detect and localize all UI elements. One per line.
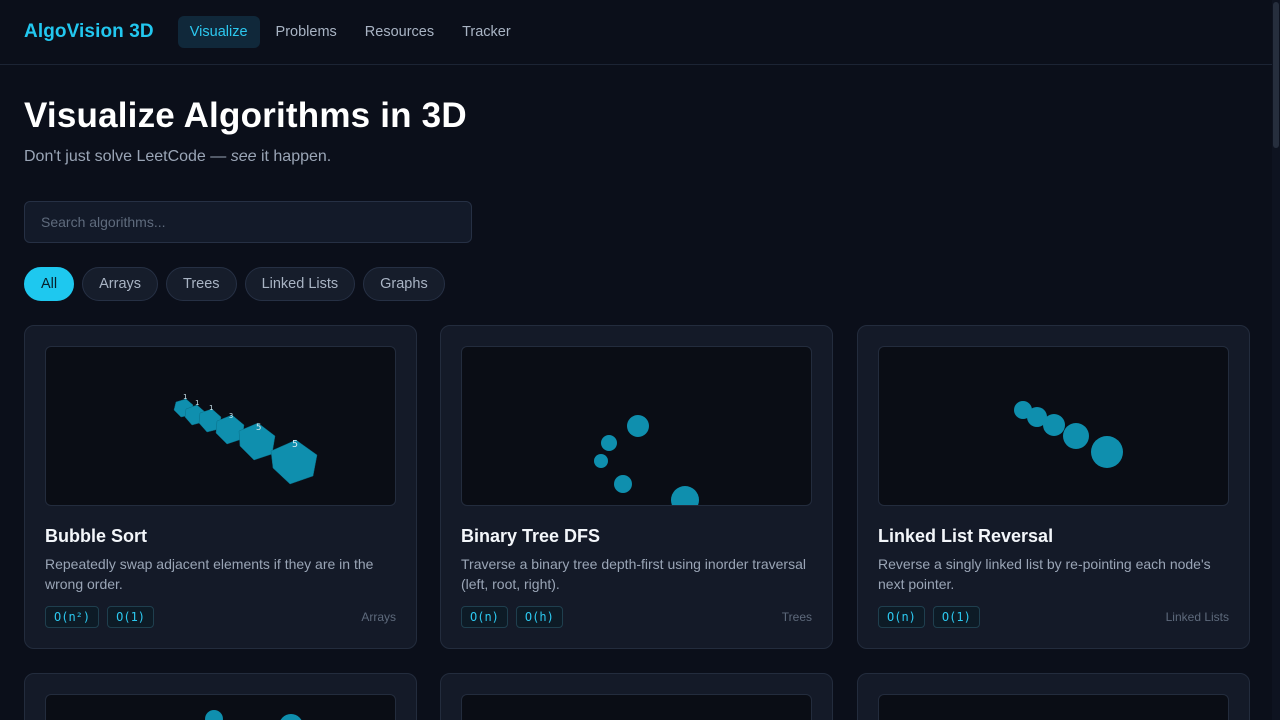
space-complexity-badge: O(1) bbox=[932, 606, 980, 628]
brand-logo[interactable]: AlgoVision 3D bbox=[24, 21, 154, 43]
tree-node bbox=[627, 415, 649, 437]
array-value-label: 1 bbox=[195, 399, 199, 407]
graph-node bbox=[280, 714, 302, 720]
binary-tree-3d-nodes bbox=[594, 415, 699, 505]
top-navigation-bar: AlgoVision 3D Visualize Problems Resourc… bbox=[0, 0, 1272, 65]
list-node bbox=[1063, 423, 1089, 449]
visualization-preview[interactable]: 1 1 1 3 5 5 bbox=[45, 346, 396, 506]
visualization-preview[interactable] bbox=[461, 346, 812, 506]
nav-item-problems[interactable]: Problems bbox=[264, 16, 349, 48]
complexity-badges: O(n) O(1) bbox=[878, 606, 980, 628]
visualization-preview[interactable] bbox=[878, 346, 1229, 506]
tree-node bbox=[614, 475, 632, 493]
nav-item-resources[interactable]: Resources bbox=[353, 16, 446, 48]
subtitle-suffix: it happen. bbox=[256, 148, 332, 165]
tree-node bbox=[601, 435, 617, 451]
algorithm-card-row2-1[interactable] bbox=[24, 673, 417, 720]
card-description: Traverse a binary tree depth-first using… bbox=[461, 556, 806, 592]
main-nav: Visualize Problems Resources Tracker bbox=[177, 16, 527, 48]
algorithm-card-bubble-sort[interactable]: 1 1 1 3 5 5 Bubble Sort Repeatedly swap … bbox=[24, 325, 417, 649]
search-input[interactable] bbox=[24, 201, 472, 243]
visualization-preview[interactable] bbox=[878, 694, 1229, 720]
filter-all[interactable]: All bbox=[24, 267, 75, 301]
card-description: Repeatedly swap adjacent elements if the… bbox=[45, 556, 374, 592]
array-value-label: 5 bbox=[292, 439, 298, 450]
card-title[interactable]: Linked List Reversal bbox=[878, 526, 1053, 547]
card-category: Arrays bbox=[361, 610, 396, 624]
algorithm-card-binary-tree-dfs[interactable]: Binary Tree DFS Traverse a binary tree d… bbox=[440, 325, 833, 649]
category-filters: All Arrays Trees Linked Lists Graphs bbox=[24, 267, 445, 301]
linked-list-3d-nodes bbox=[1014, 401, 1123, 468]
algorithm-card-row2-3[interactable] bbox=[857, 673, 1250, 720]
filter-graphs[interactable]: Graphs bbox=[363, 267, 445, 301]
card-category: Trees bbox=[781, 610, 812, 624]
time-complexity-badge: O(n) bbox=[461, 606, 508, 628]
visualization-preview[interactable] bbox=[461, 694, 812, 720]
array-value-label: 1 bbox=[209, 404, 213, 412]
space-complexity-badge: O(h) bbox=[515, 606, 563, 628]
card-title[interactable]: Binary Tree DFS bbox=[461, 526, 600, 547]
card-title[interactable]: Bubble Sort bbox=[45, 526, 147, 547]
page-title: Visualize Algorithms in 3D bbox=[24, 96, 467, 135]
subtitle-emphasis: see bbox=[230, 148, 257, 165]
algorithm-card-linked-list-reversal[interactable]: Linked List Reversal Reverse a singly li… bbox=[857, 325, 1250, 649]
card-category: Linked Lists bbox=[1165, 610, 1229, 624]
nav-item-visualize[interactable]: Visualize bbox=[177, 16, 260, 48]
filter-linked-lists[interactable]: Linked Lists bbox=[244, 267, 356, 301]
complexity-badges: O(n²) O(1) bbox=[45, 606, 155, 628]
space-complexity-badge: O(1) bbox=[107, 606, 155, 628]
tree-node bbox=[671, 486, 699, 505]
list-node bbox=[1091, 436, 1123, 468]
filter-trees[interactable]: Trees bbox=[166, 267, 237, 301]
filter-arrays[interactable]: Arrays bbox=[82, 267, 159, 301]
array-value-label: 1 bbox=[183, 393, 187, 401]
visualization-preview[interactable] bbox=[45, 694, 396, 720]
nav-item-tracker[interactable]: Tracker bbox=[450, 16, 523, 48]
card-description: Reverse a singly linked list by re-point… bbox=[878, 556, 1211, 592]
page-scrollbar[interactable] bbox=[1272, 0, 1280, 720]
scrollbar-thumb[interactable] bbox=[1273, 2, 1279, 148]
time-complexity-badge: O(n) bbox=[878, 606, 925, 628]
list-node bbox=[1043, 414, 1065, 436]
page-subtitle: Don't just solve LeetCode — see it happe… bbox=[24, 148, 331, 166]
complexity-badges: O(n) O(h) bbox=[461, 606, 563, 628]
array-value-label: 3 bbox=[229, 412, 233, 420]
bubble-sort-3d-bars: 1 1 1 3 5 5 bbox=[173, 393, 318, 485]
graph-3d-nodes bbox=[205, 710, 302, 720]
tree-node bbox=[594, 454, 608, 468]
algorithm-card-row2-2[interactable] bbox=[440, 673, 833, 720]
graph-node bbox=[205, 710, 223, 720]
time-complexity-badge: O(n²) bbox=[45, 606, 100, 628]
array-value-label: 5 bbox=[256, 423, 261, 433]
subtitle-prefix: Don't just solve LeetCode — bbox=[24, 148, 231, 165]
